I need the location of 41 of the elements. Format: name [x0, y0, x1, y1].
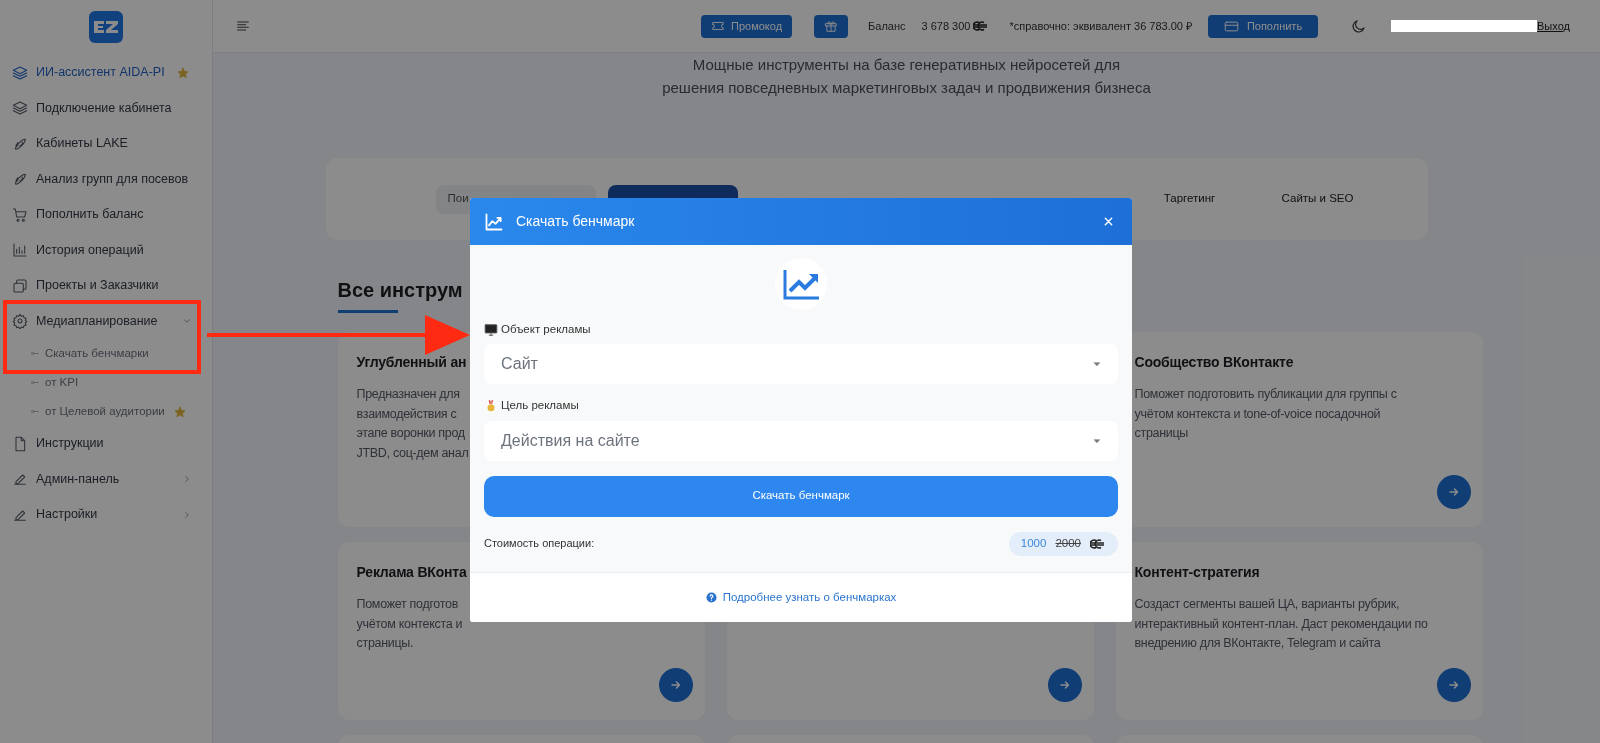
balance-label: Баланс: [868, 18, 906, 34]
section-heading: Все инструм: [337, 278, 463, 303]
sidebar-item[interactable]: Проекты и Заказчики: [0, 268, 212, 304]
card-description: Предназначен для взаимодействия с этапе воронки прод JTBD, соц-дем анал: [356, 386, 469, 462]
submenu-item[interactable]: от KPI: [0, 368, 212, 397]
card-title: Углубленный ан: [356, 353, 467, 372]
card-title: Сообщество ВКонтакте: [1134, 353, 1294, 372]
sidebar-item[interactable]: Админ-панель: [0, 461, 212, 497]
sidebar-item[interactable]: Подключение кабинета: [0, 90, 212, 126]
sidebar-item[interactable]: Анализ групп для посевов: [0, 161, 212, 197]
card-title: Реклама ВКонта: [356, 563, 467, 582]
sidebar-item[interactable]: ИИ-ассистент AIDA-PI: [0, 55, 212, 91]
field-label: Цель рекламы: [501, 398, 579, 414]
old-price-text: 2000: [1055, 535, 1081, 551]
card-description: Поможет подготов учётом контекста и страницы.: [356, 596, 463, 652]
field-label: Объект рекламы: [501, 322, 591, 337]
modal-title: Скачать бенчмарк: [516, 212, 635, 231]
top-up-button[interactable]: Пополнить: [1208, 14, 1318, 38]
balance-amount: 3 678 300: [921, 18, 971, 34]
submenu-item[interactable]: Скачать бенчмарки: [0, 339, 212, 368]
category-tab[interactable]: Таргетинг: [1149, 184, 1230, 214]
promo-code-button[interactable]: Промокод: [701, 14, 793, 38]
select-field[interactable]: Действия на сайте: [484, 420, 1118, 461]
sidebar-item[interactable]: Пополнить баланс: [0, 197, 212, 233]
submenu-item[interactable]: от Целевой аудитории: [0, 397, 212, 426]
sidebar-item[interactable]: Настройки: [0, 497, 212, 533]
cost-label: Стоимость операции:: [484, 536, 595, 552]
sidebar-item[interactable]: Кабинеты LAKE: [0, 126, 212, 162]
help-link[interactable]: Подробнее узнать о бенчмарках: [705, 588, 897, 607]
card-description: Создаст сегменты вашей ЦА, варианты рубрик, интерактивный контент-план. Даст рекомендации по внедрению для ВКонтакте, Telegram и сайта: [1134, 596, 1428, 652]
category-tab[interactable]: Сайты и SEO: [1267, 184, 1368, 214]
sidebar-item[interactable]: Инструкции: [0, 426, 212, 462]
download-button[interactable]: Скачать бенчмарк: [484, 475, 1118, 517]
hero-text: Мощные инструменты на базе генеративных нейросетей для решения повседневных маркетинговых задач и продвижения бизнеса: [662, 55, 1151, 98]
select-field[interactable]: Сайт: [484, 344, 1118, 385]
sidebar-item[interactable]: История операций: [0, 232, 212, 268]
card-description: Поможет подготовить публикации для группы с учётом контекста и tone-of-voice посадочной страницы: [1134, 386, 1397, 442]
equivalent-text: *справочно: эквивалент 36 783.00 ₽: [1009, 18, 1192, 34]
logout-link[interactable]: Выход: [1537, 17, 1570, 35]
price-text: 1000: [1020, 535, 1047, 551]
card-title: Контент-стратегия: [1134, 563, 1260, 582]
